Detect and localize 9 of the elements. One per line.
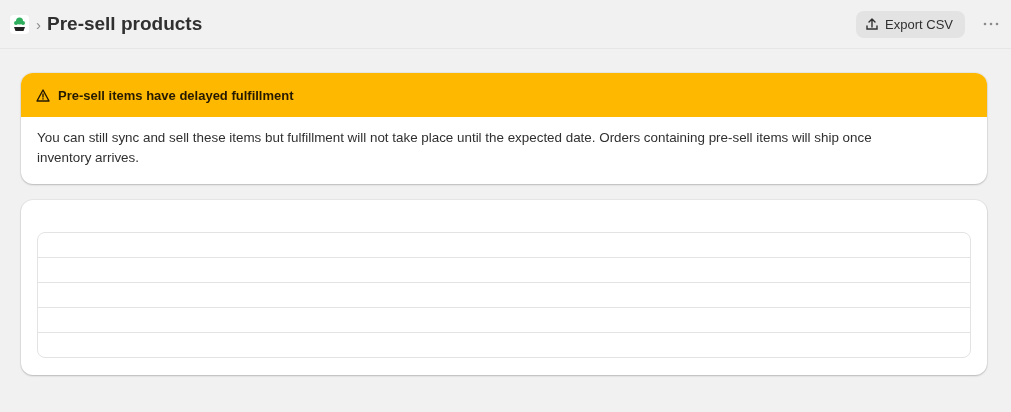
upload-icon bbox=[865, 17, 880, 31]
banner-message: You can still sync and sell these items but fulfillment will not take place until the expected date. Orders containing pre-sell items will ship once inventory arrives. bbox=[36, 129, 873, 167]
more-icon[interactable] bbox=[983, 22, 999, 26]
breadcrumb-separator: › bbox=[36, 15, 41, 33]
banner-title: Pre-sell items have delayed fulfillment bbox=[58, 87, 294, 103]
app-logo-icon[interactable] bbox=[10, 14, 29, 34]
export-button[interactable]: Export CSV bbox=[856, 10, 965, 38]
warning-icon bbox=[36, 88, 50, 102]
page-title: Pre-sell products bbox=[47, 13, 204, 35]
